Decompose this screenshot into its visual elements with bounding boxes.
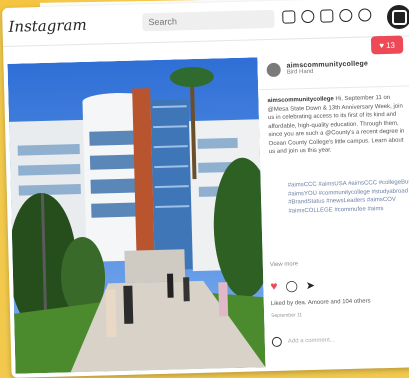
likes-summary[interactable]: Liked by dea. Amoore and 104 others: [271, 298, 371, 307]
post-caption: aimscommunitycollege Hi, September 11 on…: [267, 93, 409, 156]
instagram-post-card: Instagram ♥ 13: [2, 0, 409, 378]
like-heart-icon[interactable]: ♥: [270, 279, 277, 293]
add-comment-row[interactable]: Add a comment...: [271, 335, 335, 348]
instagram-icon: [387, 5, 409, 29]
heart-icon[interactable]: [358, 8, 372, 22]
emoji-icon[interactable]: [271, 336, 282, 348]
caption-handle[interactable]: aimscommunitycollege: [267, 96, 333, 104]
comment-input[interactable]: Add a comment...: [288, 337, 335, 344]
post-location[interactable]: Bird Hand: [287, 67, 369, 76]
top-navigation-bar: Instagram: [2, 0, 409, 47]
heart-icon: ♥: [379, 40, 385, 50]
post-author[interactable]: aimscommunitycollege Bird Hand: [266, 60, 369, 78]
post-hashtags[interactable]: #aimsCCC #aimsUSA #aimsCCC #collegeBuilt…: [288, 178, 409, 215]
post-timestamp: September 11: [271, 312, 303, 320]
like-notification-badge[interactable]: ♥ 13: [370, 35, 404, 55]
share-icon[interactable]: ➤: [306, 278, 316, 291]
caption-text: Hi, September 11 on @Mesa State Down & 1…: [267, 94, 405, 156]
post-actions: ♥ ◯ ➤: [270, 278, 315, 293]
campus-building-image: [7, 57, 266, 374]
view-more-link[interactable]: View more: [270, 261, 298, 268]
post-sidebar: aimscommunitycollege Bird Hand aimscommu…: [258, 53, 409, 377]
search-input[interactable]: [142, 9, 275, 32]
comment-icon[interactable]: ◯: [285, 279, 298, 292]
like-count: 13: [385, 40, 396, 50]
avatar[interactable]: [266, 62, 281, 78]
explore-icon[interactable]: [339, 8, 353, 23]
messenger-icon[interactable]: [301, 9, 315, 24]
divider: [259, 84, 409, 91]
home-icon[interactable]: [282, 10, 296, 24]
instagram-logo[interactable]: Instagram: [8, 16, 87, 36]
nav-icons: [282, 8, 372, 24]
post-photo[interactable]: [7, 57, 266, 374]
new-post-icon[interactable]: [320, 9, 334, 23]
